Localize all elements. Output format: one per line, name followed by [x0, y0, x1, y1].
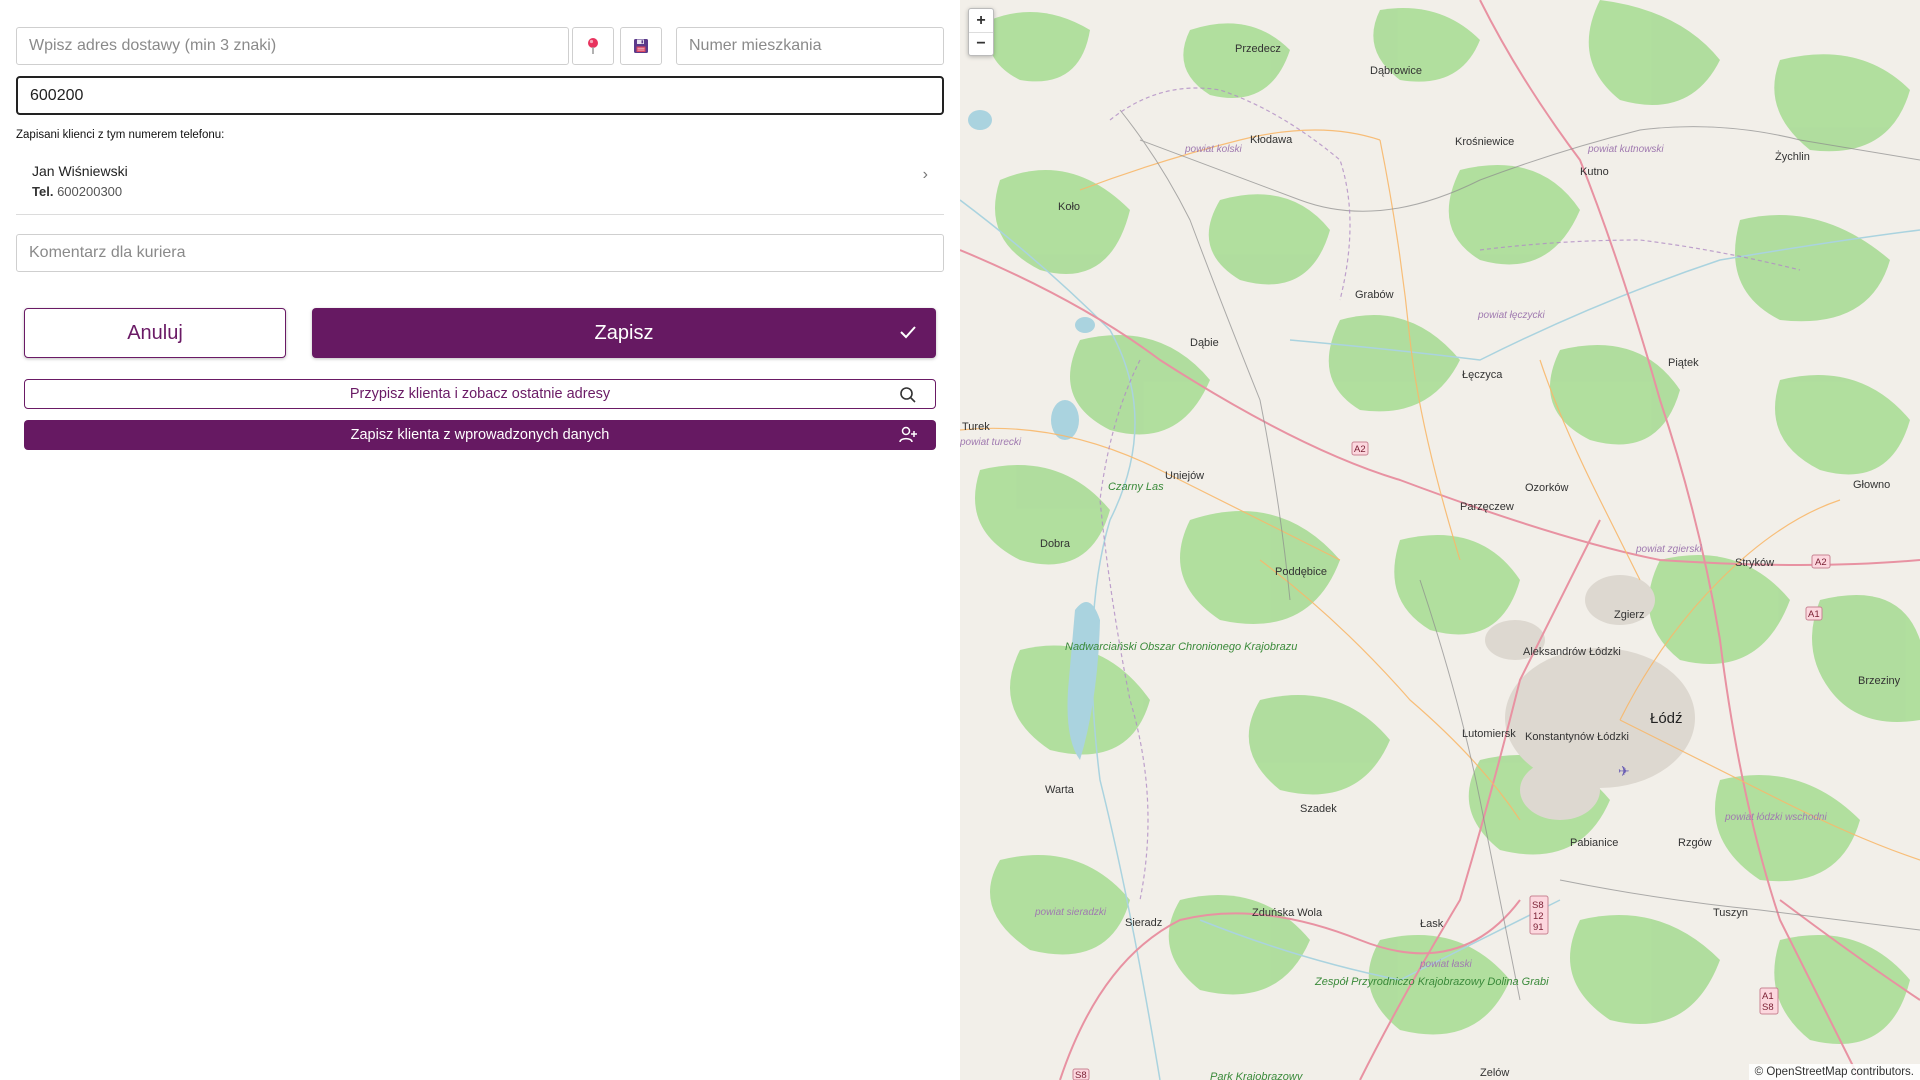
- assign-client-label: Przypisz klienta i zobacz ostatnie adres…: [349, 386, 611, 402]
- svg-text:Pabianice: Pabianice: [1570, 837, 1618, 849]
- chevron-right-icon: ›: [922, 166, 928, 183]
- address-input[interactable]: [16, 27, 569, 65]
- svg-text:Łódź: Łódź: [1650, 710, 1683, 727]
- svg-text:Zduńska Wola: Zduńska Wola: [1252, 907, 1323, 919]
- save-client-label: Zapisz klienta z wprowadzonych danych: [350, 427, 610, 443]
- svg-text:Zespół Przyrodniczo Krajobrazo: Zespół Przyrodniczo Krajobrazowy Dolina …: [1314, 976, 1549, 988]
- save-button-label: Zapisz: [594, 321, 654, 344]
- zoom-in-button[interactable]: +: [969, 9, 993, 32]
- svg-text:powiat zgierski: powiat zgierski: [1635, 544, 1702, 555]
- attribution-suffix: contributors.: [1850, 1066, 1914, 1078]
- svg-text:Krośniewice: Krośniewice: [1455, 136, 1514, 148]
- svg-text:Uniejów: Uniejów: [1165, 470, 1204, 482]
- floppy-disk-icon: [634, 39, 648, 53]
- svg-text:S8: S8: [1075, 1070, 1087, 1080]
- svg-text:Parzęczew: Parzęczew: [1460, 501, 1514, 513]
- svg-text:Dobra: Dobra: [1040, 538, 1071, 550]
- svg-text:Koło: Koło: [1058, 201, 1080, 213]
- svg-text:Aleksandrów Łódzki: Aleksandrów Łódzki: [1523, 646, 1621, 658]
- zoom-out-button[interactable]: −: [969, 32, 993, 55]
- cancel-button[interactable]: Anuluj: [24, 308, 286, 358]
- svg-text:Stryków: Stryków: [1735, 557, 1774, 569]
- cancel-button-label: Anuluj: [127, 321, 183, 344]
- svg-text:powiat sieradzki: powiat sieradzki: [1034, 907, 1107, 918]
- assign-client-button[interactable]: Przypisz klienta i zobacz ostatnie adres…: [24, 379, 936, 409]
- svg-text:S8: S8: [1762, 1002, 1774, 1013]
- airport-icon: ✈: [1618, 763, 1630, 779]
- phone-number-input[interactable]: [16, 76, 944, 115]
- svg-text:Lutomiersk: Lutomiersk: [1462, 728, 1516, 740]
- svg-text:powiat turecki: powiat turecki: [960, 437, 1022, 448]
- user-plus-icon: [899, 426, 917, 443]
- search-icon: [900, 387, 916, 403]
- attribution-prefix: ©: [1754, 1066, 1764, 1078]
- map-zoom-control: + −: [968, 8, 994, 56]
- svg-text:Poddębice: Poddębice: [1275, 566, 1327, 578]
- svg-text:Łask: Łask: [1420, 918, 1444, 930]
- save-client-button[interactable]: Zapisz klienta z wprowadzonych danych: [24, 420, 936, 450]
- map-tiles[interactable]: A2 A2 A1 S8 12 91 A1 S8 S8 ✈ Przedecz Dą…: [960, 0, 1920, 1080]
- map-view[interactable]: A2 A2 A1 S8 12 91 A1 S8 S8 ✈ Przedecz Dą…: [960, 0, 1920, 1080]
- svg-text:Ozorków: Ozorków: [1525, 482, 1568, 494]
- svg-text:Zgierz: Zgierz: [1614, 609, 1645, 621]
- svg-text:powiat łęczycki: powiat łęczycki: [1477, 310, 1545, 321]
- svg-text:Piątek: Piątek: [1668, 357, 1699, 369]
- svg-text:A2: A2: [1815, 557, 1827, 568]
- svg-text:Dąbie: Dąbie: [1190, 337, 1219, 349]
- courier-comment-input[interactable]: [16, 234, 944, 272]
- openstreetmap-link[interactable]: OpenStreetMap: [1766, 1066, 1847, 1078]
- svg-text:12: 12: [1533, 911, 1544, 922]
- save-button[interactable]: Zapisz: [312, 308, 936, 358]
- client-phone-label: Tel.: [32, 184, 54, 199]
- svg-text:powiat kutnowski: powiat kutnowski: [1587, 144, 1664, 155]
- svg-text:Czarny Las: Czarny Las: [1108, 481, 1164, 493]
- svg-text:Warta: Warta: [1045, 784, 1075, 796]
- svg-text:powiat łódzki wschodni: powiat łódzki wschodni: [1724, 812, 1827, 823]
- svg-text:Łęczyca: Łęczyca: [1462, 369, 1503, 381]
- client-phone-value: 600200300: [57, 184, 123, 199]
- check-icon: [900, 326, 916, 339]
- svg-text:91: 91: [1533, 922, 1544, 933]
- svg-text:Konstantynów Łódzki: Konstantynów Łódzki: [1525, 731, 1629, 743]
- locate-pin-button[interactable]: [572, 27, 614, 65]
- svg-text:Kutno: Kutno: [1580, 166, 1609, 178]
- apartment-number-input[interactable]: [676, 27, 944, 65]
- svg-text:Kłodawa: Kłodawa: [1250, 134, 1293, 146]
- svg-text:S8: S8: [1532, 900, 1544, 911]
- svg-text:Park Krajobrazowy: Park Krajobrazowy: [1210, 1071, 1304, 1080]
- svg-text:Nadwarciański Obszar Chronione: Nadwarciański Obszar Chronionego Krajobr…: [1065, 641, 1297, 653]
- svg-text:A1: A1: [1808, 609, 1820, 620]
- delivery-form-panel: Zapisani klienci z tym numerem telefonu:…: [0, 0, 960, 1080]
- svg-text:Żychlin: Żychlin: [1775, 150, 1810, 163]
- svg-text:Szadek: Szadek: [1300, 803, 1337, 815]
- saved-clients-label: Zapisani klienci z tym numerem telefonu:: [16, 129, 225, 141]
- client-name: Jan Wiśniewski: [32, 163, 128, 179]
- map-pin-icon: [588, 38, 598, 54]
- save-address-button[interactable]: [620, 27, 662, 65]
- svg-text:Grabów: Grabów: [1355, 289, 1394, 301]
- svg-text:Tuszyn: Tuszyn: [1713, 907, 1748, 919]
- svg-text:Turek: Turek: [962, 421, 990, 433]
- svg-text:Brzeziny: Brzeziny: [1858, 675, 1901, 687]
- svg-text:powiat łaski: powiat łaski: [1419, 959, 1472, 970]
- svg-text:Dąbrowice: Dąbrowice: [1370, 65, 1422, 77]
- svg-text:Przedecz: Przedecz: [1235, 43, 1281, 55]
- svg-text:Rzgów: Rzgów: [1678, 837, 1712, 849]
- map-attribution: © OpenStreetMap contributors.: [1748, 1064, 1920, 1080]
- svg-text:Głowno: Głowno: [1853, 479, 1890, 491]
- svg-text:A1: A1: [1762, 991, 1774, 1002]
- saved-client-item[interactable]: Jan Wiśniewski Tel. 600200300 ›: [16, 155, 944, 215]
- svg-text:powiat kolski: powiat kolski: [1184, 144, 1242, 155]
- svg-text:A2: A2: [1354, 444, 1366, 455]
- svg-text:Zelów: Zelów: [1480, 1067, 1509, 1079]
- svg-text:Sieradz: Sieradz: [1125, 917, 1162, 929]
- client-phone: Tel. 600200300: [32, 184, 122, 199]
